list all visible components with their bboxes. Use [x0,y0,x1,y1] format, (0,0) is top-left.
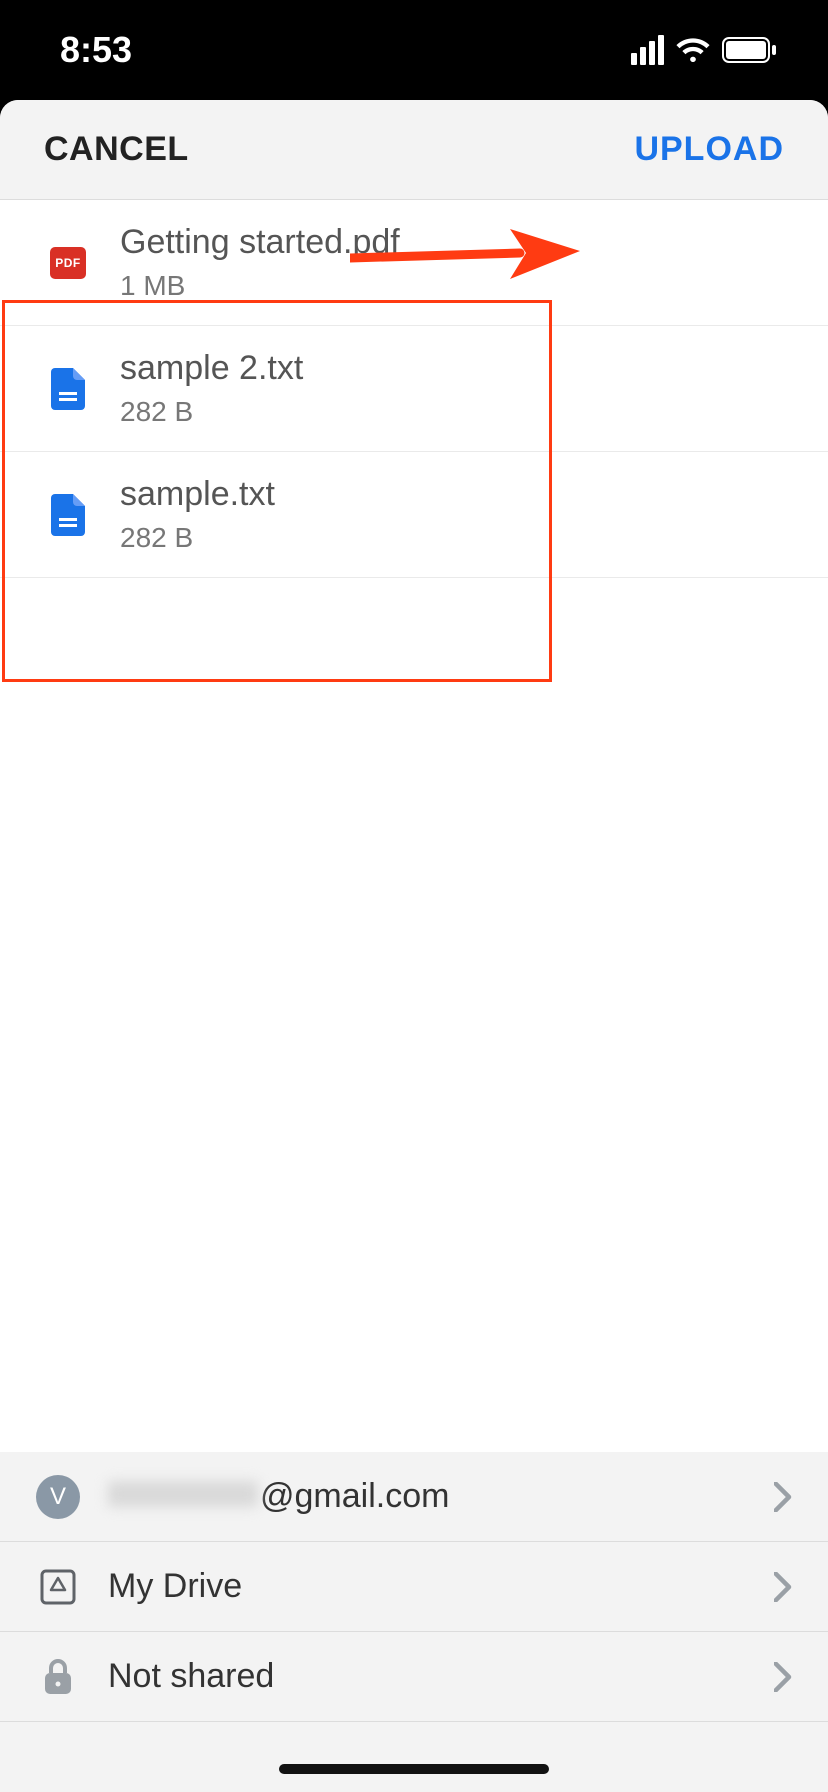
sharing-row[interactable]: Not shared [0,1632,828,1722]
status-bar: 8:53 [0,0,828,100]
pdf-icon: PDF [48,241,88,285]
file-size: 282 B [120,396,303,428]
sharing-label: Not shared [108,1657,274,1696]
status-indicators [631,35,778,65]
document-icon [48,493,88,537]
file-list: PDF Getting started.pdf 1 MB [0,200,828,578]
home-indicator[interactable] [279,1764,549,1774]
account-row[interactable]: V @gmail.com [0,1452,828,1542]
chevron-right-icon [774,1482,792,1512]
avatar: V [36,1475,80,1519]
drive-icon [36,1565,80,1609]
document-icon [48,367,88,411]
lock-icon [36,1655,80,1699]
upload-sheet: CANCEL UPLOAD PDF Getting started.pdf 1 … [0,100,828,1792]
file-row[interactable]: PDF Getting started.pdf 1 MB [0,200,828,326]
chevron-right-icon [774,1662,792,1692]
file-row[interactable]: sample.txt 282 B [0,452,828,578]
battery-icon [722,37,778,63]
status-time: 8:53 [60,29,132,71]
file-row[interactable]: sample 2.txt 282 B [0,326,828,452]
redacted-text [108,1481,258,1507]
location-label: My Drive [108,1567,242,1606]
file-name: sample.txt [120,475,275,514]
file-size: 282 B [120,522,275,554]
location-row[interactable]: My Drive [0,1542,828,1632]
cancel-button[interactable]: CANCEL [44,130,189,169]
upload-button[interactable]: UPLOAD [634,130,784,169]
account-email: @gmail.com [108,1477,449,1516]
file-size: 1 MB [120,270,400,302]
file-name: sample 2.txt [120,349,303,388]
upload-options-panel: V @gmail.com My Drive [0,1452,828,1792]
chevron-right-icon [774,1572,792,1602]
sheet-header: CANCEL UPLOAD [0,100,828,200]
file-name: Getting started.pdf [120,223,400,262]
wifi-icon [676,37,710,63]
cellular-signal-icon [631,35,664,65]
